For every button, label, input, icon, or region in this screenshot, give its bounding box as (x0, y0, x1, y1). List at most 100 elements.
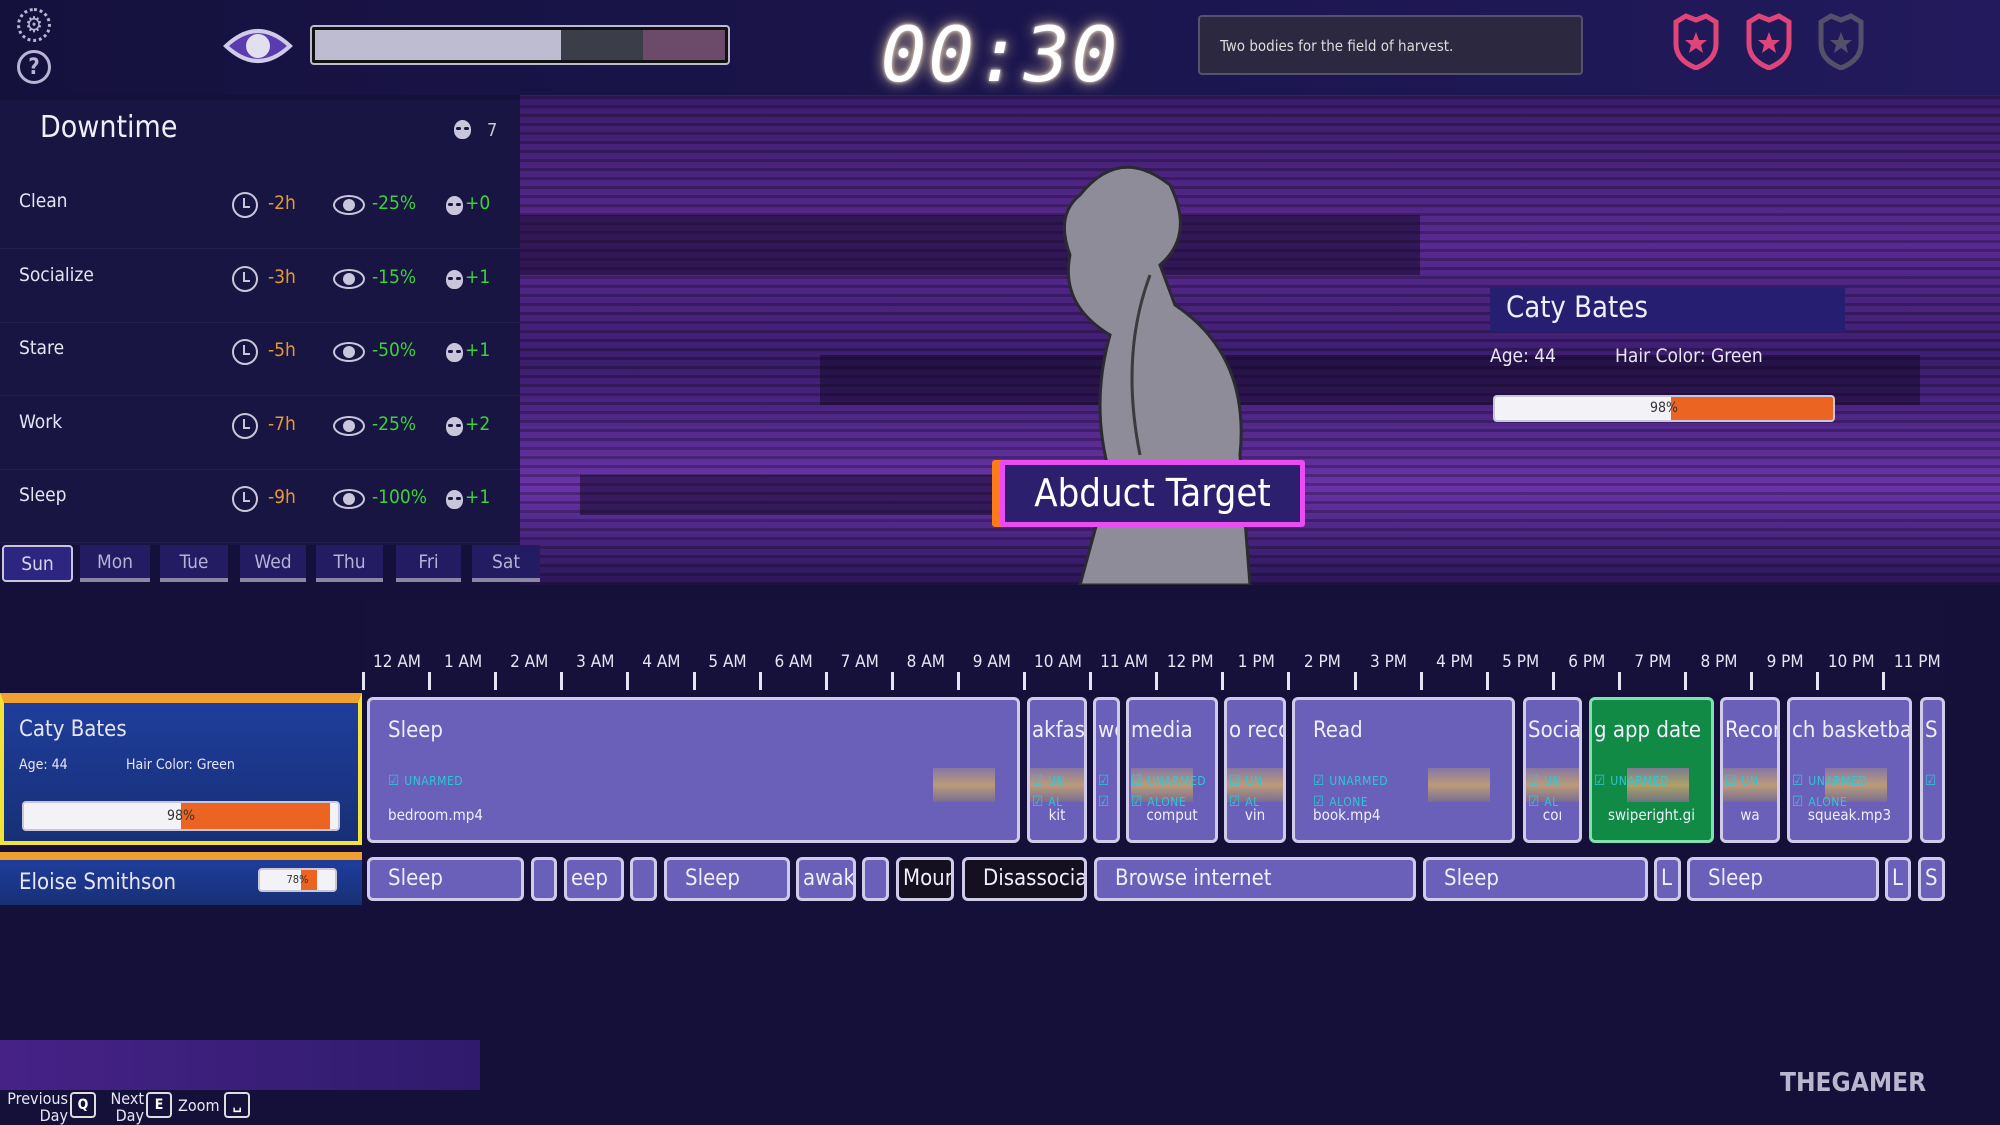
skull-change: +1 (465, 265, 491, 288)
hour-tick (1485, 672, 1489, 690)
hour-label: 9 PM (1766, 652, 1804, 672)
schedule-block[interactable]: S (1920, 697, 1945, 843)
day-tab-wed[interactable]: Wed (240, 545, 306, 582)
hour-label: 10 PM (1827, 652, 1875, 672)
clock-icon (232, 339, 258, 365)
person-name: Eloise Smithson (19, 870, 177, 895)
day-tab-sun[interactable]: Sun (2, 545, 73, 582)
key-space[interactable]: ␣ (224, 1092, 250, 1118)
schedule-block[interactable]: eep (564, 857, 624, 901)
block-title: awake (803, 866, 855, 891)
visibility-change: -25% (372, 192, 417, 214)
block-title: L (1892, 866, 1904, 891)
activity-label: Clean (19, 190, 68, 212)
schedule-block[interactable]: ReadUNARMEDALONEbook.mp4 (1292, 697, 1515, 843)
hour-label: 10 AM (1034, 652, 1082, 672)
block-title: Mourn (903, 866, 953, 891)
gear-icon[interactable]: ⚙ (17, 8, 51, 42)
decor-bar (0, 1040, 480, 1090)
hour-tick (1882, 672, 1886, 690)
hour-tick (824, 672, 828, 690)
schedule-block[interactable]: Sleep (1423, 857, 1648, 901)
clock-icon (232, 265, 258, 292)
time-cost: -3h (268, 265, 296, 288)
downtime-row-socialize[interactable]: Socialize -3h -15% +1 (0, 249, 520, 323)
block-title: Sleep (1708, 866, 1763, 891)
schedule-block[interactable]: Browse internet (1094, 857, 1416, 901)
tag-unarmed: UNARMED (1792, 773, 1867, 789)
downtime-row-stare[interactable]: Stare -5h -50% +1 (0, 322, 520, 396)
block-file: vin (1244, 806, 1266, 824)
hour-tick (1023, 672, 1026, 690)
schedule-block[interactable]: o recorUNALvin (1224, 697, 1286, 843)
day-tab-mon[interactable]: Mon (80, 545, 150, 582)
block-file: coı (1542, 806, 1563, 824)
hour-tick (1617, 672, 1621, 690)
hour-tick (1551, 672, 1555, 690)
block-title: Read (1313, 718, 1363, 743)
hour-label: 11 PM (1893, 652, 1941, 672)
abduct-target-button[interactable]: Abduct Target (1000, 460, 1305, 527)
block-title: Sleep (388, 718, 443, 743)
day-tab-tue[interactable]: Tue (160, 545, 228, 582)
schedule-block[interactable]: ch basketbalUNARMEDALONEsqueak.mp3 (1787, 697, 1912, 843)
help-icon[interactable]: ? (17, 50, 51, 84)
skull-icon (446, 269, 463, 289)
schedule-block[interactable]: S (1918, 857, 1945, 901)
watermark-logo: THEGAMER (1780, 1068, 1927, 1098)
schedule-block[interactable]: L (1885, 857, 1911, 901)
schedule-block[interactable] (531, 857, 557, 901)
block-file: book.mp4 (1313, 806, 1381, 824)
person-card-eloise-smithson[interactable]: Eloise Smithson 78% (0, 852, 362, 905)
person-card-caty-bates[interactable]: Caty Bates Age: 44 Hair Color: Green 98% (0, 693, 362, 845)
schedule-block[interactable]: Sleep (664, 857, 790, 901)
skull-change: +0 (465, 192, 491, 214)
eye-icon (223, 29, 293, 63)
hour-label: 12 AM (373, 652, 421, 672)
hour-label: 6 AM (774, 652, 813, 672)
hour-tick (692, 672, 696, 690)
time-cost: -7h (268, 412, 296, 435)
clock-icon (232, 486, 258, 512)
downtime-row-sleep[interactable]: Sleep -9h -100% +1 (0, 469, 520, 543)
day-tab-sat[interactable]: Sat (472, 545, 540, 582)
hour-label: 7 PM (1634, 652, 1672, 672)
hour-tick (428, 672, 432, 690)
day-tab-thu[interactable]: Thu (316, 545, 383, 582)
meter-segment (561, 30, 643, 60)
schedule-block[interactable]: Sleep UNARMED bedroom.mp4 (367, 697, 1020, 843)
meter-fill (315, 30, 561, 60)
key-q[interactable]: Q (70, 1092, 96, 1118)
skull-change: +1 (465, 339, 491, 361)
eye-icon (333, 268, 365, 289)
schedule-block[interactable]: g app date UNARMED swiperight.gi (1589, 697, 1714, 843)
schedule-block[interactable]: Disassociate (962, 857, 1087, 901)
schedule-block[interactable]: Sleep (1687, 857, 1879, 901)
downtime-row-work[interactable]: Work -7h -25% +2 (0, 396, 520, 470)
block-title: o recor (1229, 718, 1283, 743)
schedule-block[interactable] (862, 857, 889, 901)
schedule-block[interactable]: Mourn (896, 857, 954, 901)
schedule-block[interactable]: Sleep (367, 857, 524, 901)
hour-tick (956, 672, 960, 690)
hour-label: 2 PM (1303, 652, 1341, 672)
hour-label: 3 AM (576, 652, 615, 672)
schedule-block[interactable]: wel (1093, 697, 1120, 843)
activity-label: Work (19, 410, 63, 433)
next-day-label: Next Day (110, 1089, 145, 1125)
day-tab-fri[interactable]: Fri (396, 545, 461, 582)
schedule-block[interactable]: awake (796, 857, 856, 901)
tag-un: UN (1229, 773, 1262, 789)
schedule-block[interactable]: L (1654, 857, 1681, 901)
target-age: Age: 44 (1490, 345, 1556, 367)
schedule-block[interactable]: Recor UN wa (1720, 697, 1780, 843)
schedule-block[interactable]: SociaUNALcoı (1523, 697, 1582, 843)
schedule-block[interactable]: mediaUNARMEDALONEcomput (1126, 697, 1218, 843)
schedule-block[interactable]: akfastUNALkit (1027, 697, 1087, 843)
hour-label: 4 AM (642, 652, 681, 672)
downtime-row-clean[interactable]: Clean -2h -25% +0 (0, 175, 520, 249)
key-e[interactable]: E (146, 1092, 172, 1118)
timeline-header: 12 AM 1 AM 2 AM 3 AM 4 AM 5 AM 6 AM 7 AM 8 AM 9 A… (362, 600, 1945, 692)
schedule-block[interactable] (630, 857, 657, 901)
tag-unarmed: UNARMED (388, 773, 463, 789)
